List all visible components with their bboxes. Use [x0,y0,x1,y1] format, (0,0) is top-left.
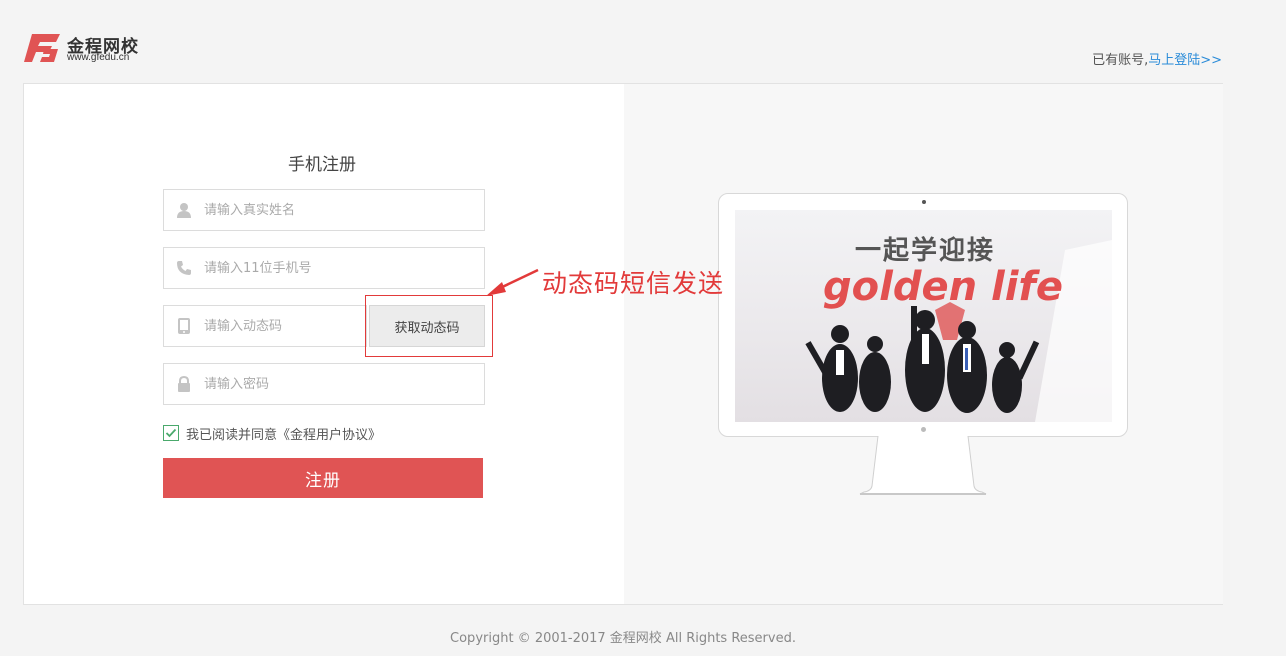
name-field[interactable] [163,189,485,231]
agreement-text[interactable]: 我已阅读并同意《金程用户协议》 [186,424,381,443]
login-hint: 已有账号,马上登陆>> [1092,49,1222,68]
mobile-device-icon [178,318,190,334]
logo-url: www.gfedu.cn [67,52,130,63]
code-field[interactable] [163,305,367,347]
promo-screen: 一起学迎接 golden life [735,210,1112,422]
phone-input[interactable] [204,248,474,288]
login-link[interactable]: 马上登陆>> [1148,53,1222,68]
monitor-button-dot [921,427,926,432]
annotation-arrow-icon [486,268,539,296]
monitor-illustration: 一起学迎接 golden life [718,193,1128,498]
camera-dot [922,200,926,204]
annotation-text: 动态码短信发送 [542,269,725,298]
register-card: 一起学迎接 golden life 手机注册 请输入真实姓名 请输入11位手机号… [23,83,1223,605]
phone-field[interactable] [163,247,485,289]
agree-checkbox[interactable] [163,425,179,441]
footer-copyright: Copyright © 2001-2017 金程网校 All Rights Re… [450,631,796,646]
user-icon [177,203,191,218]
promo-line1: 一起学迎接 [855,236,996,266]
logo[interactable]: 金程网校 www.gfedu.cn [24,32,164,66]
register-button[interactable]: 注册 [163,458,483,498]
lock-icon [178,376,190,392]
monitor-frame: 一起学迎接 golden life [718,193,1128,437]
checkmark-icon [165,428,177,438]
promo-line2: golden life [823,264,1063,310]
agreement-row: 我已阅读并同意《金程用户协议》 [163,424,381,443]
password-field[interactable] [163,363,485,405]
name-input[interactable] [204,190,474,230]
form-title: 手机注册 [288,155,356,175]
promo-panel: 一起学迎接 golden life [624,84,1223,604]
password-input[interactable] [204,364,474,404]
monitor-stand [859,436,987,495]
annotation-highlight-box [365,295,493,357]
login-prompt: 已有账号, [1092,53,1149,68]
phone-icon [177,261,191,275]
logo-mark-icon [24,34,60,62]
code-input[interactable] [204,306,354,346]
